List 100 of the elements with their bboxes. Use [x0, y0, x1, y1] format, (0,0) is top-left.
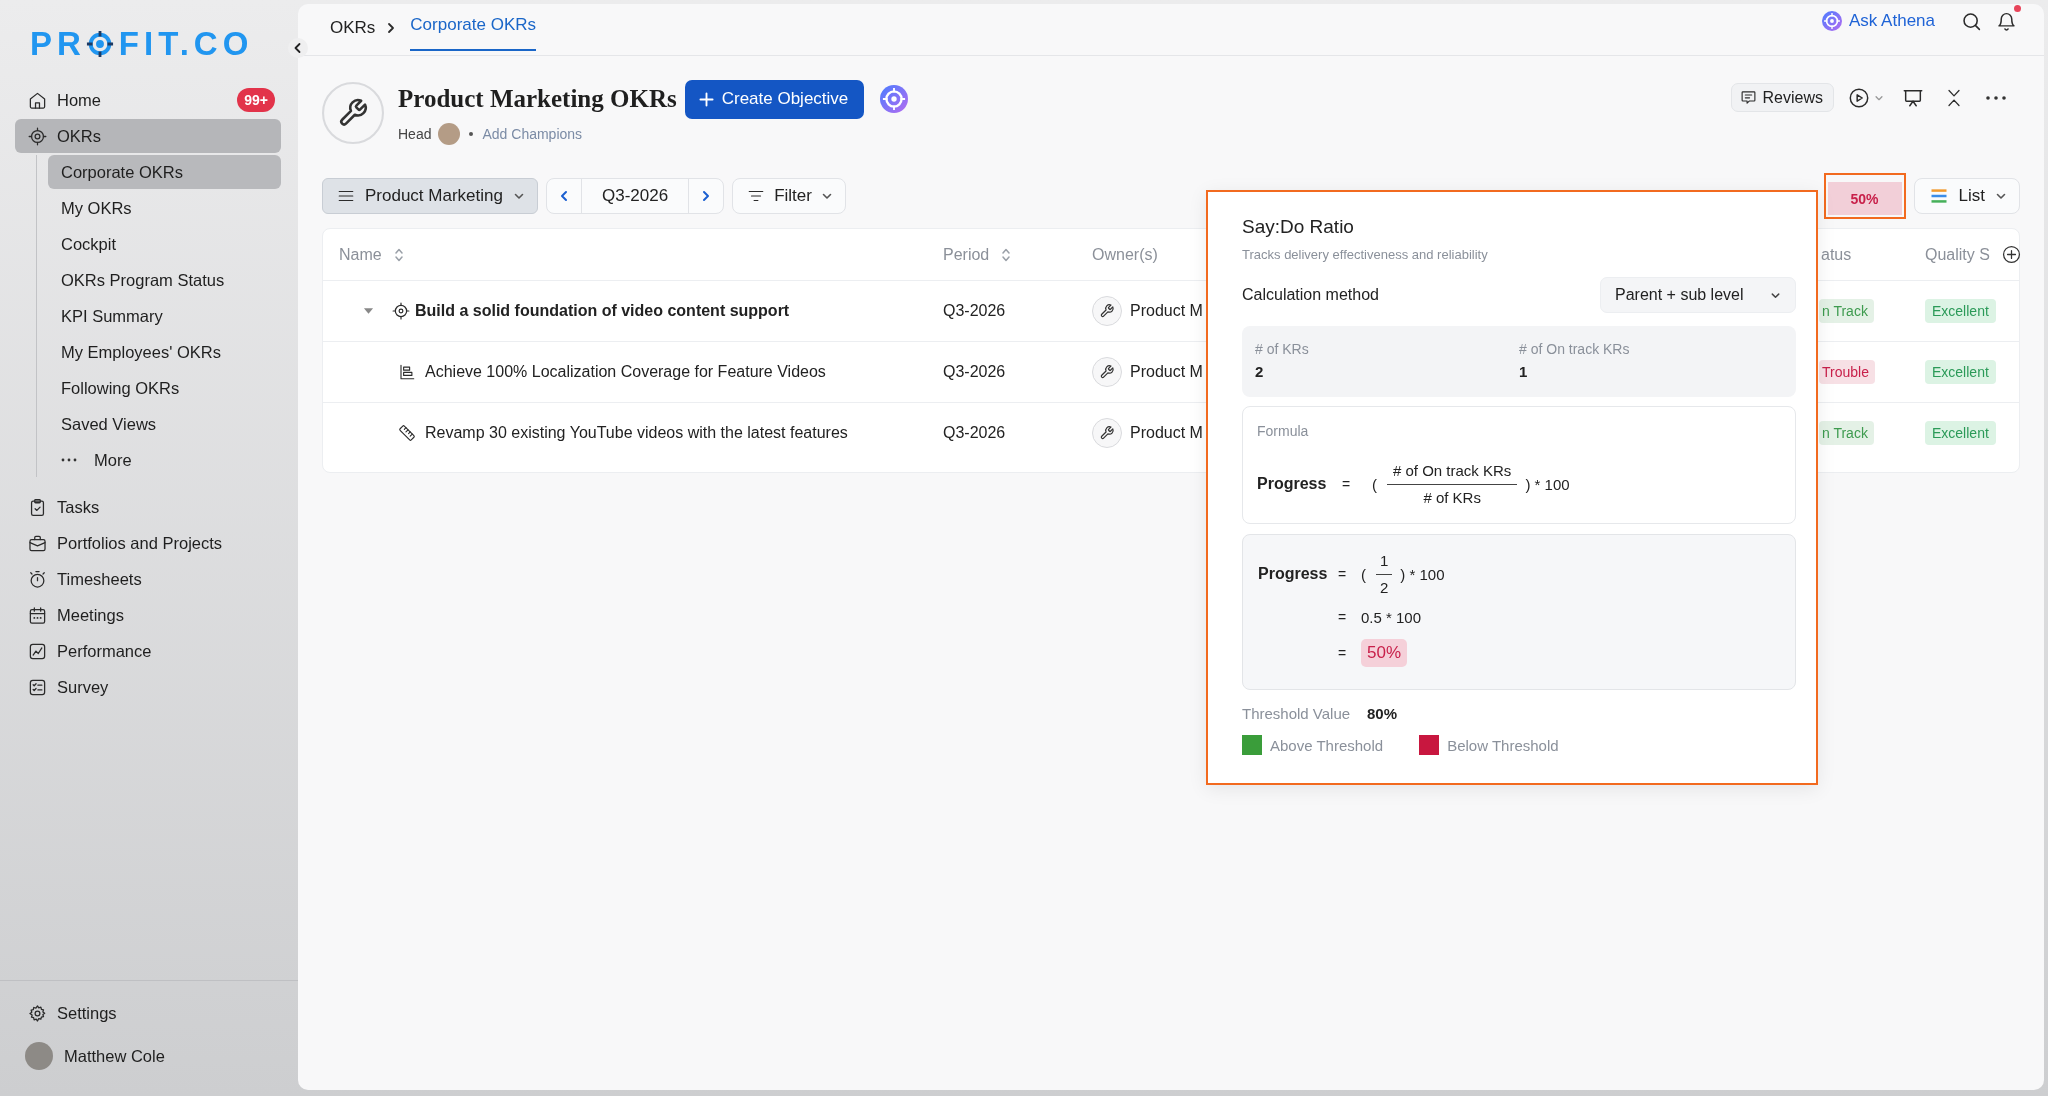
quality-badge: Excellent [1925, 299, 1996, 323]
owner-name: Product M [1130, 424, 1203, 442]
quality-badge: Excellent [1925, 421, 1996, 445]
avatar-placeholder [25, 1042, 53, 1070]
nav-subitem[interactable]: KPI Summary [48, 299, 281, 333]
open-paren: ( [1361, 565, 1366, 583]
fraction-denominator: # of KRs [1387, 483, 1518, 508]
stat-value: 1 [1519, 363, 1529, 381]
calculation-method-dropdown[interactable]: Parent + sub level [1600, 277, 1796, 313]
target-icon [392, 302, 410, 320]
department-dropdown[interactable]: Product Marketing [322, 178, 538, 214]
settings-link[interactable]: Settings [15, 996, 281, 1030]
period-label: Q3-2026 [580, 179, 690, 213]
progress-label: Progress [1258, 565, 1328, 582]
equals-sign: = [1338, 566, 1348, 582]
count-badge: 99+ [237, 88, 275, 112]
nav-subitem[interactable]: More [48, 443, 281, 477]
chevron-left-icon[interactable] [559, 190, 568, 202]
equals-sign: = [1342, 476, 1352, 492]
stopwatch-icon [28, 569, 47, 589]
home-icon [28, 90, 47, 110]
column-header: Owner(s) [1092, 245, 1158, 264]
breadcrumb-link[interactable]: Corporate OKRs [410, 4, 536, 51]
equals-sign: = [1338, 645, 1348, 661]
checklist-icon [28, 677, 47, 697]
clipboard-check-icon [28, 497, 47, 517]
athena-icon[interactable] [1822, 11, 1842, 31]
nav-item[interactable]: Portfolios and Projects [15, 526, 281, 560]
nav-item[interactable]: Tasks [15, 490, 281, 524]
user-profile-link[interactable]: Matthew Cole [15, 1039, 281, 1073]
nav-item[interactable]: Survey [15, 670, 281, 704]
reviews-button[interactable]: Reviews [1730, 83, 1834, 112]
bar-chart-icon [398, 363, 416, 381]
say-do-ratio-badge[interactable]: 50% [1823, 173, 1906, 219]
logo-target-icon [85, 30, 114, 58]
stat-label: # of On track KRs [1519, 340, 1631, 358]
comment-icon [1739, 89, 1757, 106]
chevron-right-icon[interactable] [702, 190, 711, 202]
period-cell: Q3-2026 [943, 302, 1006, 320]
stat-value: 2 [1255, 363, 1265, 381]
wrench-icon [1092, 418, 1122, 448]
nav-item[interactable]: Meetings [15, 598, 281, 632]
key-result-title[interactable]: Revamp 30 existing YouTube videos with the latest features [425, 424, 848, 442]
nav-item[interactable]: Timesheets [15, 562, 281, 596]
open-paren: ( [1372, 475, 1377, 493]
athena-icon[interactable] [880, 85, 909, 113]
popover-title: Say:Do Ratio [1242, 215, 1355, 239]
nav-subitem[interactable]: OKRs Program Status [48, 263, 281, 297]
status-badge: n Track [1819, 299, 1874, 323]
nav-subitem[interactable]: Corporate OKRs [48, 155, 281, 189]
column-header: Name [339, 245, 382, 264]
nav-subitem[interactable]: Following OKRs [48, 371, 281, 405]
nav-item[interactable]: OKRs [15, 119, 281, 153]
create-objective-button[interactable]: Create Objective [684, 79, 865, 119]
quality-badge: Excellent [1925, 360, 1996, 384]
calendar-icon [28, 605, 47, 625]
ruler-icon [398, 424, 416, 442]
owner-name: Product M [1130, 363, 1203, 381]
multiplier-text: ) * 100 [1400, 565, 1445, 583]
nav-subitem[interactable]: My OKRs [48, 191, 281, 225]
legend-label: Below Threshold [1447, 736, 1559, 754]
nav-subitem[interactable]: Cockpit [48, 227, 281, 261]
nav-subitem[interactable]: Saved Views [48, 407, 281, 441]
view-dropdown[interactable]: List [1913, 178, 2020, 214]
filter-button[interactable]: Filter [732, 178, 846, 214]
column-header: atus [1821, 245, 1852, 264]
sort-icon[interactable] [393, 246, 404, 263]
more-icon[interactable] [1986, 95, 2006, 100]
logo-text: PR [30, 27, 86, 61]
play-circle-icon[interactable] [1848, 86, 1870, 109]
column-header: Period [943, 245, 990, 264]
fraction-numerator: 1 [1379, 550, 1390, 571]
wrench-icon [1092, 357, 1122, 387]
avatar-placeholder [438, 123, 461, 145]
nav-item[interactable]: Home 99+ [15, 83, 281, 117]
nav-subitem[interactable]: My Employees' OKRs [48, 335, 281, 369]
fraction-numerator: # of On track KRs [1392, 460, 1513, 481]
nav-item[interactable]: Performance [15, 634, 281, 668]
key-result-title[interactable]: Achieve 100% Localization Coverage for Feature Videos [425, 363, 826, 381]
formula-label: Formula [1257, 422, 1310, 440]
period-cell: Q3-2026 [943, 363, 1006, 381]
logo-text: FIT.CO [118, 27, 254, 61]
ask-athena-link[interactable]: Ask Athena [1822, 11, 1935, 31]
multiplier-text: ) * 100 [1525, 475, 1570, 493]
calculation-method-label: Calculation method [1242, 286, 1379, 304]
plus-icon [698, 91, 714, 107]
search-icon[interactable] [1961, 10, 1982, 32]
target-icon [28, 126, 47, 146]
separator-dot-icon [469, 132, 474, 136]
caret-down-icon[interactable] [363, 307, 374, 315]
stat-label: # of KRs [1255, 340, 1310, 358]
sort-icon[interactable] [1001, 246, 1012, 263]
breadcrumb-link[interactable]: OKRs [330, 4, 376, 51]
status-badge: Trouble [1819, 360, 1875, 384]
add-column-icon[interactable] [2001, 245, 2021, 264]
chevron-right-icon [387, 22, 396, 34]
bell-icon[interactable] [1996, 10, 2017, 32]
owner-name: Product M [1130, 302, 1203, 320]
threshold-value: 80% [1367, 704, 1398, 722]
objective-title[interactable]: Build a solid foundation of video content support [415, 302, 790, 320]
